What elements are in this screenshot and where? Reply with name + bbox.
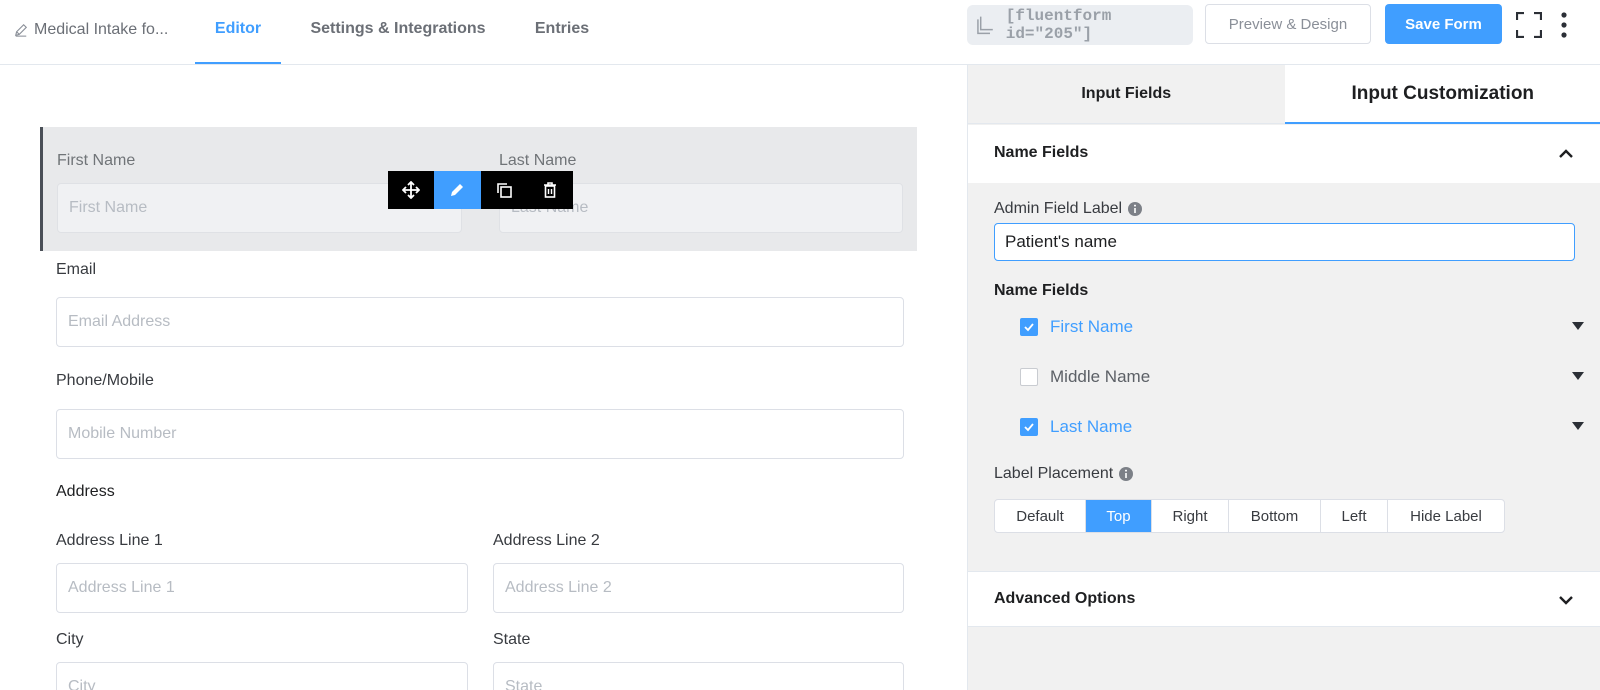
name-fields-header[interactable]: Name Fields <box>968 125 1600 183</box>
city-input[interactable]: City <box>56 662 468 690</box>
info-icon[interactable] <box>1128 202 1143 216</box>
admin-field-label-text: Admin Field Label <box>994 200 1123 217</box>
placement-bottom[interactable]: Bottom <box>1229 500 1321 532</box>
panel-tabs: Input Fields Input Customization <box>968 65 1600 124</box>
more-vertical-icon[interactable] <box>1560 12 1568 38</box>
tab-input-fields[interactable]: Input Fields <box>968 65 1285 124</box>
last-name-label: Last Name <box>499 152 577 169</box>
shortcode-copy[interactable]: [fluentform id="205"] <box>967 5 1193 45</box>
placement-hide-label[interactable]: Hide Label <box>1388 500 1504 532</box>
middle-name-option-label: Middle Name <box>1050 367 1151 386</box>
settings-panel: Input Fields Input Customization Name Fi… <box>967 65 1600 690</box>
admin-field-label: Admin Field Label <box>994 200 1143 218</box>
phone-label: Phone/Mobile <box>56 372 154 389</box>
placement-left[interactable]: Left <box>1321 500 1388 532</box>
edit-button[interactable] <box>434 171 481 209</box>
save-form-button[interactable]: Save Form <box>1385 4 1502 44</box>
admin-field-label-input[interactable]: Patient's name <box>994 223 1575 261</box>
name-field-last[interactable]: Last Name <box>1020 412 1585 442</box>
field-action-toolbar <box>388 171 573 209</box>
last-name-option-label: Last Name <box>1050 417 1133 436</box>
top-bar: Medical Intake fo... Editor Settings & I… <box>0 0 1600 65</box>
tab-settings-integrations[interactable]: Settings & Integrations <box>300 0 496 64</box>
name-fields-subtitle: Name Fields <box>994 282 1089 299</box>
caret-down-icon[interactable] <box>1571 321 1585 331</box>
move-button[interactable] <box>388 171 434 209</box>
middle-name-checkbox[interactable] <box>1020 368 1038 386</box>
address-title: Address <box>56 483 115 500</box>
pencil-icon <box>451 184 464 196</box>
state-input[interactable]: State <box>493 662 904 690</box>
first-name-checkbox[interactable] <box>1020 318 1038 336</box>
first-name-label: First Name <box>57 152 136 169</box>
duplicate-icon <box>496 183 512 198</box>
tab-editor[interactable]: Editor <box>195 0 281 64</box>
caret-down-icon[interactable] <box>1571 371 1585 381</box>
advanced-options-title: Advanced Options <box>994 590 1136 607</box>
fullscreen-icon[interactable] <box>1516 12 1542 38</box>
address-line1-input[interactable]: Address Line 1 <box>56 563 468 613</box>
section-title: Name Fields <box>994 144 1089 161</box>
form-title[interactable]: Medical Intake fo... <box>14 18 168 42</box>
last-name-checkbox[interactable] <box>1020 418 1038 436</box>
address-line2-input[interactable]: Address Line 2 <box>493 563 904 613</box>
placement-default[interactable]: Default <box>995 500 1086 532</box>
form-editor-canvas: First Name First Name Last Name Last Nam… <box>0 65 967 690</box>
name-field-first[interactable]: First Name <box>1020 312 1585 342</box>
tab-input-customization[interactable]: Input Customization <box>1284 65 1600 124</box>
phone-input[interactable]: Mobile Number <box>56 409 904 459</box>
info-icon[interactable] <box>1119 467 1134 481</box>
label-placement-text: Label Placement <box>994 465 1114 482</box>
email-input[interactable]: Email Address <box>56 297 904 347</box>
trash-icon <box>543 182 556 198</box>
copy-icon <box>977 16 993 35</box>
address-line2-label: Address Line 2 <box>493 532 600 549</box>
state-label: State <box>493 631 531 648</box>
label-placement-label: Label Placement <box>994 465 1134 483</box>
duplicate-button[interactable] <box>481 171 527 209</box>
address-line1-label: Address Line 1 <box>56 532 163 549</box>
caret-down-icon[interactable] <box>1571 421 1585 431</box>
check-icon <box>1024 423 1034 432</box>
tab-entries[interactable]: Entries <box>524 0 600 64</box>
placement-right[interactable]: Right <box>1152 500 1229 532</box>
pencil-icon <box>14 23 28 37</box>
move-icon <box>402 181 421 199</box>
shortcode-text: [fluentform id="205"] <box>1005 7 1112 43</box>
city-label: City <box>56 631 84 648</box>
check-icon <box>1024 323 1034 332</box>
chevron-down-icon[interactable] <box>1558 592 1574 608</box>
email-label: Email <box>56 261 97 278</box>
form-title-text: Medical Intake fo... <box>34 21 169 38</box>
name-field-middle[interactable]: Middle Name <box>1020 362 1585 392</box>
placement-top[interactable]: Top <box>1086 500 1152 532</box>
advanced-options-header[interactable]: Advanced Options <box>968 571 1600 627</box>
preview-design-button[interactable]: Preview & Design <box>1205 4 1371 44</box>
delete-button[interactable] <box>527 171 573 209</box>
chevron-up-icon[interactable] <box>1558 146 1574 162</box>
first-name-option-label: First Name <box>1050 317 1134 336</box>
label-placement-selector: Default Top Right Bottom Left Hide Label <box>994 499 1505 533</box>
